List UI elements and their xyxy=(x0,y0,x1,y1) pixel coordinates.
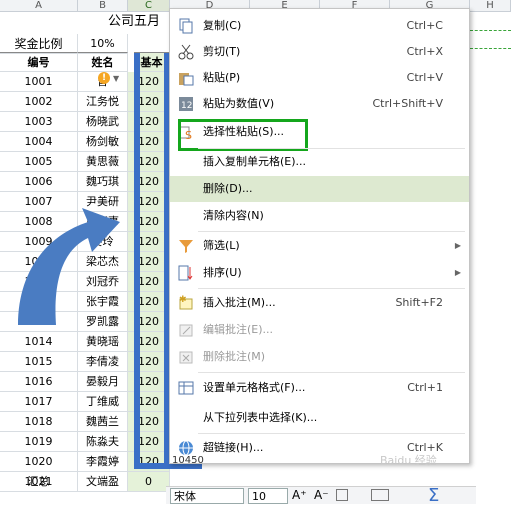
header-name[interactable]: 姓名 xyxy=(78,52,128,72)
watermark: Baidu 经验 xyxy=(380,454,437,467)
paste-values-icon: 12 xyxy=(178,96,194,112)
sort-icon xyxy=(178,265,194,281)
autosum-button[interactable]: Σ xyxy=(428,485,439,506)
font-select[interactable]: 宋体 xyxy=(170,488,244,504)
menu-item-delete-comment[interactable]: 删除批注(M) xyxy=(170,344,469,370)
dashed-divider xyxy=(470,30,511,31)
selection-outline xyxy=(134,53,170,469)
copy-icon xyxy=(178,18,194,34)
scissors-icon xyxy=(178,44,194,60)
menu-item-delete[interactable]: 删除(D)... xyxy=(170,176,469,202)
font-size-select[interactable]: 10 xyxy=(248,488,288,504)
format-painter-icon[interactable] xyxy=(336,489,348,501)
cell-name[interactable]: 杨剑敏 xyxy=(78,132,128,152)
comment-delete-icon xyxy=(178,349,194,365)
cell-id[interactable]: 1017 xyxy=(0,392,78,412)
cell-id[interactable]: 1004 xyxy=(0,132,78,152)
cell-id[interactable]: 1014 xyxy=(0,332,78,352)
col-header-b[interactable]: B xyxy=(78,0,128,12)
cell-id[interactable]: 1019 xyxy=(0,432,78,452)
sheet-title: 公司五月 xyxy=(108,14,161,29)
bonus-ratio-value[interactable]: 10% xyxy=(78,34,128,54)
menu-item-clear[interactable]: 清除内容(N) xyxy=(170,203,469,229)
menu-item-sort[interactable]: 排序(U) ▶ xyxy=(170,260,469,286)
menu-item-paste[interactable]: 粘贴(P) Ctrl+V xyxy=(170,65,469,91)
col-header-c[interactable]: C xyxy=(128,0,170,12)
cell-id[interactable]: 1005 xyxy=(0,152,78,172)
cell-name[interactable]: 黄晓瑶 xyxy=(78,332,128,352)
cell-id[interactable]: 1018 xyxy=(0,412,78,432)
menu-item-paste-values[interactable]: 12 粘贴为数值(V) Ctrl+Shift+V xyxy=(170,91,469,117)
menu-item-insert-comment[interactable]: ✱ 插入批注(M)... Shift+F2 xyxy=(170,290,469,316)
cell-name[interactable]: 李倩凌 xyxy=(78,352,128,372)
menu-item-edit-comment[interactable]: 编辑批注(E)... xyxy=(170,317,469,343)
curved-arrow-icon xyxy=(18,208,120,325)
grow-font-button[interactable]: A⁺ xyxy=(292,488,307,502)
menu-item-insert-copied[interactable]: 插入复制单元格(E)... xyxy=(170,149,469,175)
cell-name[interactable]: 杨晓武 xyxy=(78,112,128,132)
context-menu: 复制(C) Ctrl+C 剪切(T) Ctrl+X 粘贴(P) Ctrl+V 12 粘… xyxy=(169,8,470,464)
cell-name[interactable]: 魏茜兰 xyxy=(78,412,128,432)
cell-id[interactable]: 1002 xyxy=(0,92,78,112)
dashed-divider-2 xyxy=(470,48,511,49)
cell-name[interactable]: 陈淼夫 xyxy=(78,432,128,452)
cell-id[interactable]: 1001 xyxy=(0,72,78,92)
summary-value[interactable]: 0 xyxy=(128,472,170,492)
warning-icon[interactable]: ! xyxy=(98,72,110,84)
obscured-cell: 10450 xyxy=(172,455,204,466)
cell-name[interactable]: 黄思薇 xyxy=(78,152,128,172)
svg-text:✱: ✱ xyxy=(179,295,187,305)
chevron-down-icon[interactable]: ▼ xyxy=(113,74,119,83)
cell-name[interactable]: 李霞婷 xyxy=(78,452,128,472)
cell-name[interactable]: 魏巧琪 xyxy=(78,172,128,192)
bonus-ratio-label[interactable]: 奖金比例 xyxy=(0,34,78,54)
shrink-font-button[interactable]: A⁻ xyxy=(314,488,329,502)
menu-item-cut[interactable]: 剪切(T) Ctrl+X xyxy=(170,39,469,65)
summary-label[interactable]: 汇总 xyxy=(0,472,78,492)
cell-id[interactable]: 1020 xyxy=(0,452,78,472)
cell-name[interactable]: 文端盈 xyxy=(78,472,128,492)
cell-id[interactable]: 1003 xyxy=(0,112,78,132)
menu-item-pick-list[interactable]: 从下拉列表中选择(K)... xyxy=(170,405,469,431)
cell-id[interactable]: 1016 xyxy=(0,372,78,392)
cell-id[interactable]: 1006 xyxy=(0,172,78,192)
comment-edit-icon xyxy=(178,322,194,338)
comment-add-icon: ✱ xyxy=(178,295,194,311)
menu-item-filter[interactable]: 筛选(L) ▶ xyxy=(170,233,469,259)
col-header-a[interactable]: A xyxy=(0,0,78,12)
mini-toolbar: 宋体 10 A⁺ A⁻ Σ xyxy=(166,485,476,506)
cell-name[interactable]: 丁维威 xyxy=(78,392,128,412)
hyperlink-icon xyxy=(178,440,194,456)
highlight-box xyxy=(178,119,308,151)
merge-cells-icon[interactable] xyxy=(371,489,389,501)
menu-item-format-cells[interactable]: 设置单元格格式(F)... Ctrl+1 xyxy=(170,375,469,401)
header-id[interactable]: 编号 xyxy=(0,52,78,72)
menu-item-copy[interactable]: 复制(C) Ctrl+C xyxy=(170,13,469,39)
cell-id[interactable]: 1015 xyxy=(0,352,78,372)
cell-name[interactable]: 晏毅月 xyxy=(78,372,128,392)
svg-text:12: 12 xyxy=(181,101,192,111)
format-cells-icon xyxy=(178,380,194,396)
paste-icon xyxy=(178,70,194,86)
filter-icon xyxy=(178,238,194,254)
col-header-h[interactable]: H xyxy=(470,0,511,12)
cell-name[interactable]: 江务悦 xyxy=(78,92,128,112)
